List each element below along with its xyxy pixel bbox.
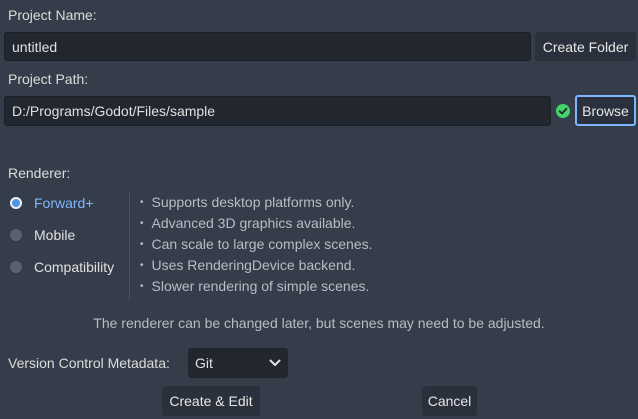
radio-unselected-icon xyxy=(10,261,22,273)
renderer-option-forward-plus[interactable]: Forward+ xyxy=(10,192,114,214)
list-item: • Uses RenderingDevice backend. xyxy=(140,257,356,273)
renderer-features-list: • Supports desktop platforms only. • Advan… xyxy=(140,192,373,297)
list-item: • Can scale to large complex scenes. xyxy=(140,236,373,252)
project-name-label: Project Name: xyxy=(8,7,97,23)
project-path-value: D:/Programs/Godot/Files/sample xyxy=(12,103,216,119)
list-item: • Advanced 3D graphics available. xyxy=(140,215,356,231)
renderer-options: Forward+ Mobile Compatibility xyxy=(10,192,114,278)
renderer-option-label: Forward+ xyxy=(34,195,94,211)
renderer-label: Renderer: xyxy=(8,165,71,181)
renderer-option-mobile[interactable]: Mobile xyxy=(10,224,114,246)
create-edit-label: Create & Edit xyxy=(169,393,253,409)
create-edit-button[interactable]: Create & Edit xyxy=(162,386,260,416)
version-control-label: Version Control Metadata: xyxy=(8,355,170,371)
version-control-select[interactable]: Git xyxy=(188,348,288,378)
radio-unselected-icon xyxy=(10,229,22,241)
radio-selected-icon xyxy=(10,197,22,209)
project-path-label: Project Path: xyxy=(8,71,89,87)
renderer-option-label: Mobile xyxy=(34,227,76,243)
version-control-value: Git xyxy=(195,355,213,371)
project-name-input[interactable]: untitled xyxy=(4,32,531,61)
renderer-option-compatibility[interactable]: Compatibility xyxy=(10,256,114,278)
renderer-note: The renderer can be changed later, but s… xyxy=(93,315,545,331)
renderer-option-label: Compatibility xyxy=(34,259,115,275)
cancel-button[interactable]: Cancel xyxy=(422,386,477,416)
chevron-down-icon xyxy=(269,359,281,367)
list-item: • Slower rendering of simple scenes. xyxy=(140,278,370,294)
create-folder-button[interactable]: Create Folder xyxy=(535,32,636,61)
project-path-input[interactable]: D:/Programs/Godot/Files/sample xyxy=(4,96,551,126)
project-name-value: untitled xyxy=(12,38,58,55)
cancel-label: Cancel xyxy=(427,393,472,409)
check-circle-icon xyxy=(556,104,570,118)
browse-label: Browse xyxy=(582,102,629,119)
browse-button[interactable]: Browse xyxy=(575,95,636,126)
create-folder-label: Create Folder xyxy=(542,38,629,55)
list-item: • Supports desktop platforms only. xyxy=(140,194,355,210)
renderer-divider xyxy=(129,191,130,300)
